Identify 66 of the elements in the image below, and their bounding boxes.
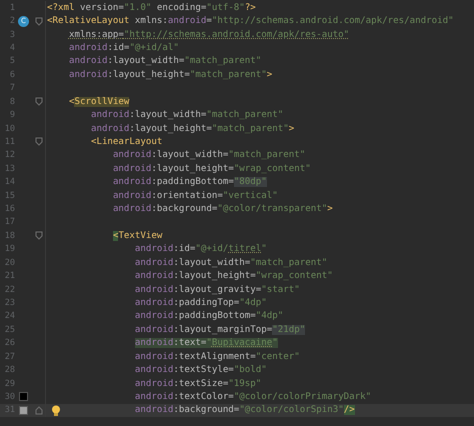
fold-icon[interactable] <box>34 97 42 106</box>
code-line: android:id="@+id/titrel" <box>134 244 267 254</box>
code-line: android:textColor="@color/colorPrimaryDark" <box>134 392 372 402</box>
code-line: android:orientation="vertical" <box>112 190 278 201</box>
code-line: android:textSize="19sp" <box>134 378 262 389</box>
line-number: 13 <box>4 164 15 174</box>
code-line: android:paddingTop="4dp" <box>134 298 267 308</box>
line-number: 15 <box>4 190 15 201</box>
code-line: android:layout_width="match_parent" <box>134 258 328 268</box>
line-number: 10 <box>4 124 15 134</box>
line-number: 21 <box>4 271 15 282</box>
code-line: android:layout_height="match_parent"> <box>90 124 294 134</box>
code-line: android:background="@color/transparent"> <box>112 204 333 214</box>
line-number: 29 <box>4 378 15 389</box>
line-number: 25 <box>4 324 15 335</box>
code-line: android:layout_width="match_parent" <box>68 56 262 66</box>
line-number: 22 <box>4 284 15 295</box>
line-number: 24 <box>4 311 15 322</box>
line-number: 3 <box>8 30 15 40</box>
line-number: 16 <box>4 204 15 214</box>
code-line: android:paddingBottom="4dp" <box>134 311 284 322</box>
line-number: 14 <box>4 177 15 188</box>
line-number: 23 <box>4 298 15 308</box>
code-line: android:layout_height="wrap_content" <box>134 271 333 282</box>
line-number: 7 <box>8 83 15 94</box>
line-number: 1 <box>8 2 15 13</box>
line-number: 30 <box>4 392 15 402</box>
fold-icon[interactable] <box>34 137 42 146</box>
code-line: xmlns:app="http://schemas.android.com/apk/res-auto" <box>68 30 350 40</box>
line-number: 4 <box>8 42 15 53</box>
fold-icon[interactable] <box>34 406 42 415</box>
code-line: <LinearLayout <box>90 136 162 147</box>
code-line: android:layout_height="wrap_content" <box>112 164 311 174</box>
fold-icon[interactable] <box>34 16 42 26</box>
line-number: 9 <box>8 110 15 120</box>
code-line: android:textAlignment="center" <box>134 352 300 362</box>
line-number: 20 <box>4 258 15 268</box>
line-number: 5 <box>8 56 15 66</box>
fold-icon[interactable] <box>34 231 42 240</box>
code-line: <ScrollView <box>68 96 130 107</box>
code-line: <RelativeLayout xmlns:android="http://schemas.android.com/apk/res/android" <box>46 16 454 26</box>
code-line: android:layout_width="match_parent" <box>112 150 306 160</box>
code-line: android:layout_gravity="start" <box>134 284 300 295</box>
line-number: 6 <box>8 70 15 80</box>
line-number: 12 <box>4 150 15 160</box>
line-number: 2 <box>8 16 15 26</box>
code-line: android:background="@color/colorSpin3"/> <box>134 405 355 416</box>
code-line: android:paddingBottom="80dp" <box>112 177 267 188</box>
line-number: 18 <box>4 230 15 241</box>
lightbulb-icon[interactable] <box>51 404 61 417</box>
code-line: android:textStyle="bold" <box>134 365 267 376</box>
color-swatch[interactable] <box>19 406 28 415</box>
line-number: 28 <box>4 365 15 376</box>
code-line: android:layout_height="match_parent"> <box>68 70 272 80</box>
line-number: 11 <box>4 136 15 147</box>
line-number: 8 <box>8 96 15 107</box>
code-line: android:layout_width="match_parent" <box>90 110 284 120</box>
line-number: 17 <box>4 217 15 228</box>
line-number: 26 <box>4 338 15 348</box>
code-line: android:id="@+id/al" <box>68 42 179 53</box>
line-number: 27 <box>4 352 15 362</box>
line-number: 19 <box>4 244 15 254</box>
code-line: <?xml version="1.0" encoding="utf-8"?> <box>46 2 256 13</box>
color-swatch[interactable] <box>19 392 28 402</box>
code-line: android:layout_marginTop="21dp" <box>134 324 306 335</box>
code-line: <TextView <box>112 230 162 241</box>
